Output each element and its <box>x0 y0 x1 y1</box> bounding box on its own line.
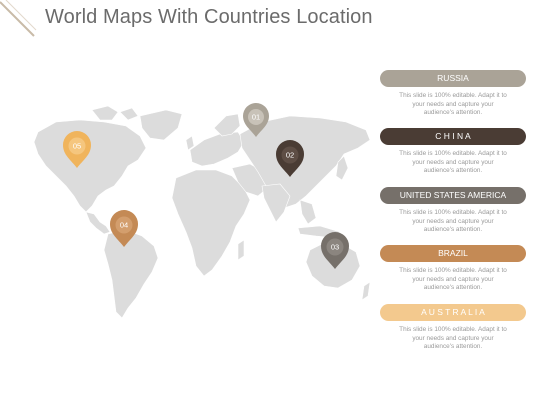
list-item-brazil: BRAZIL This slide is 100% editable. Adap… <box>380 245 526 293</box>
marker-02-label: 02 <box>286 151 294 160</box>
australia-description: This slide is 100% editable. Adapt it to… <box>399 326 507 351</box>
list-item-russia: RUSSIA This slide is 100% editable. Adap… <box>380 70 526 118</box>
australia-label[interactable]: A U S T R A L I A <box>380 304 526 321</box>
brazil-label[interactable]: BRAZIL <box>380 245 526 262</box>
list-item-australia: A U S T R A L I A This slide is 100% edi… <box>380 304 526 352</box>
marker-04-label: 04 <box>120 221 128 230</box>
usa-description: This slide is 100% editable. Adapt it to… <box>399 209 507 234</box>
marker-01-label: 01 <box>252 113 260 122</box>
list-item-china: C H I N A This slide is 100% editable. A… <box>380 128 526 176</box>
marker-03-label: 03 <box>331 243 339 252</box>
china-label[interactable]: C H I N A <box>380 128 526 145</box>
russia-description: This slide is 100% editable. Adapt it to… <box>399 92 507 117</box>
usa-label[interactable]: UNITED STATES AMERICA <box>380 187 526 204</box>
marker-05-label: 05 <box>73 142 81 151</box>
china-description: This slide is 100% editable. Adapt it to… <box>399 150 507 175</box>
russia-label[interactable]: RUSSIA <box>380 70 526 87</box>
brazil-description: This slide is 100% editable. Adapt it to… <box>399 267 507 292</box>
list-item-usa: UNITED STATES AMERICA This slide is 100%… <box>380 187 526 235</box>
